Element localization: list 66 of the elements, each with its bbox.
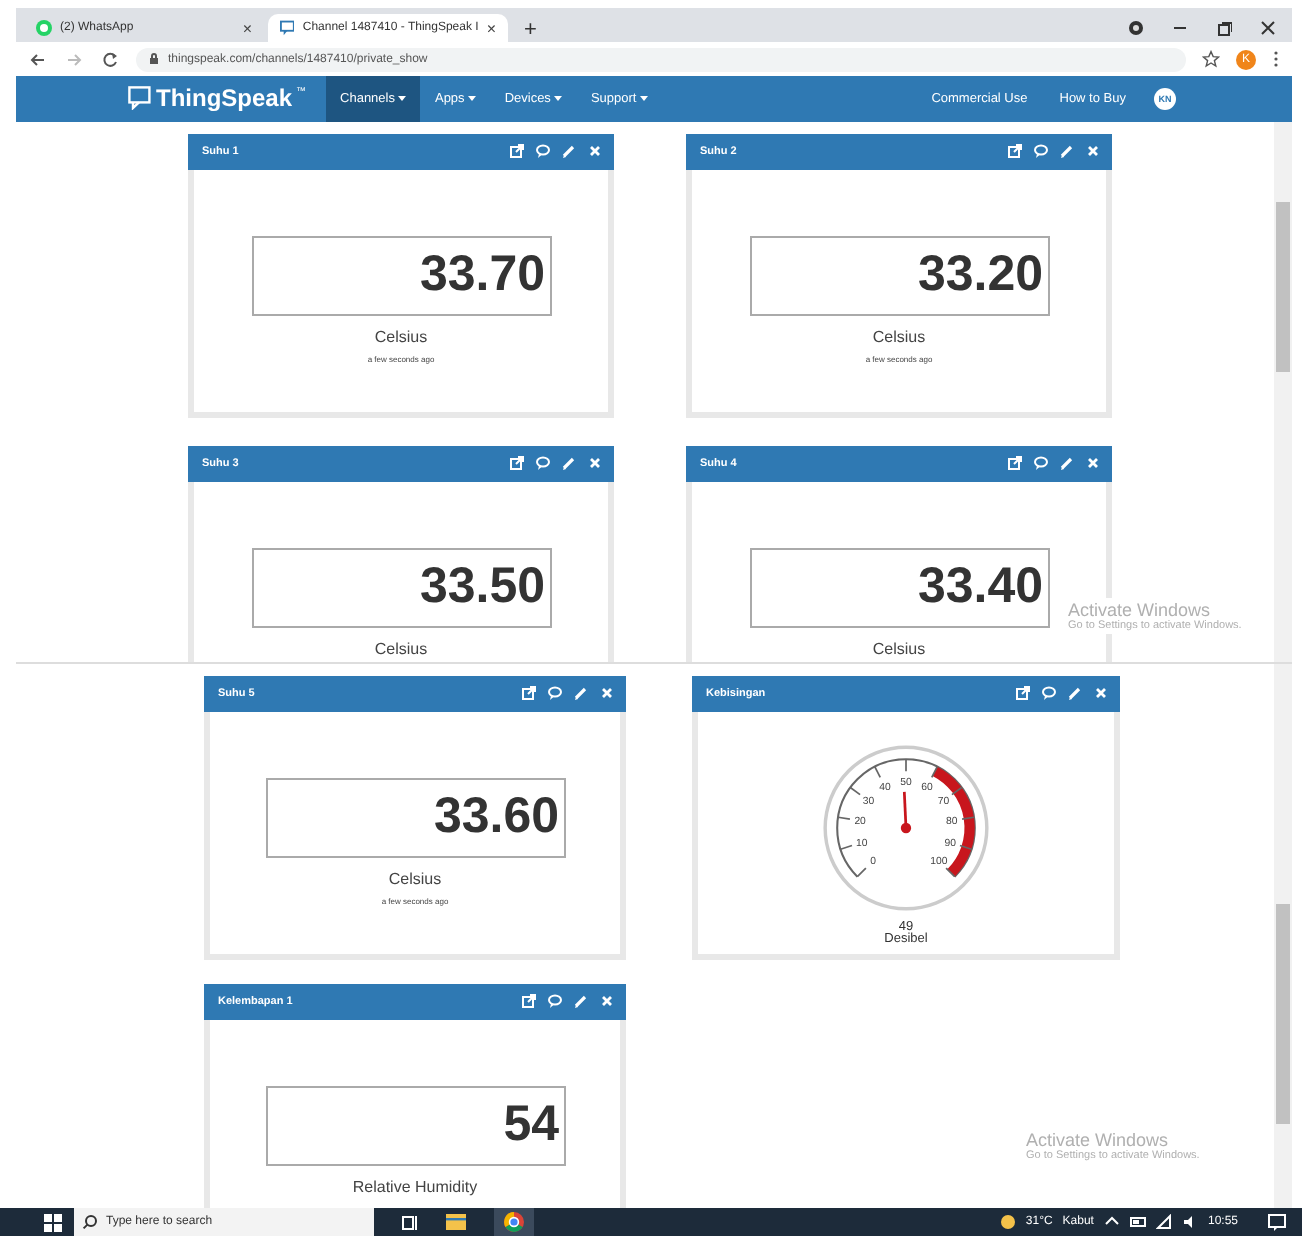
close-tab-button[interactable]: × [486, 19, 496, 37]
pencil-icon[interactable] [574, 994, 588, 1009]
star-icon[interactable] [1202, 50, 1220, 68]
unit-label: Celsius [872, 327, 926, 346]
pencil-icon[interactable] [574, 686, 588, 701]
external-link-icon[interactable] [510, 456, 524, 471]
external-link-icon[interactable] [1008, 456, 1022, 471]
comment-icon[interactable] [1034, 144, 1048, 159]
comment-icon[interactable] [536, 144, 550, 159]
search-icon [82, 1214, 98, 1230]
unit-label: Celsius [374, 639, 428, 658]
comment-icon[interactable] [1034, 456, 1048, 471]
external-link-icon[interactable] [1008, 144, 1022, 159]
close-tab-button[interactable]: × [242, 19, 252, 37]
reload-icon[interactable] [100, 49, 120, 69]
pencil-icon[interactable] [562, 144, 576, 159]
external-link-icon[interactable] [522, 686, 536, 701]
sun-icon [999, 1214, 1016, 1230]
speech-bubble-icon [128, 86, 152, 111]
folder-icon[interactable] [446, 1212, 466, 1232]
caret-icon [640, 95, 649, 102]
numeric-display: 33.60 [265, 777, 565, 858]
pencil-icon[interactable] [562, 456, 576, 471]
scrollbar[interactable] [1274, 121, 1292, 662]
speaker-icon[interactable] [1181, 1214, 1198, 1230]
close-icon[interactable] [1260, 20, 1276, 36]
logo-text: ThingSpeak [156, 84, 293, 113]
battery-icon[interactable] [1129, 1214, 1146, 1230]
unit-label: Celsius [388, 869, 442, 888]
numeric-display: 33.70 [251, 235, 551, 316]
comment-icon[interactable] [1042, 686, 1056, 701]
caret-icon [398, 95, 407, 102]
task-view-icon[interactable] [402, 1213, 418, 1231]
scrollbar[interactable] [1274, 663, 1292, 1208]
new-tab-button[interactable]: + [512, 18, 549, 42]
comment-icon[interactable] [536, 456, 550, 471]
unit-label: Celsius [872, 639, 926, 658]
pencil-icon[interactable] [1068, 686, 1082, 701]
pencil-icon[interactable] [1060, 144, 1074, 159]
external-link-icon[interactable] [522, 994, 536, 1009]
external-link-icon[interactable] [1016, 686, 1030, 701]
unit-label: Relative Humidity [352, 1177, 478, 1196]
start-icon[interactable] [44, 1213, 62, 1231]
external-link-icon[interactable] [510, 144, 524, 159]
browser-icon[interactable] [504, 1212, 524, 1232]
numeric-display: 33.50 [251, 547, 551, 628]
activation-title: Activate Windows [1026, 1129, 1171, 1150]
chat-icon [36, 20, 52, 36]
more-menu-icon[interactable] [1272, 50, 1280, 68]
numeric-display: 33.20 [749, 235, 1049, 316]
activation-title: Activate Windows [1068, 599, 1213, 620]
back-icon[interactable] [28, 49, 48, 69]
numeric-display: 33.40 [749, 547, 1049, 628]
numeric-display: 54 [265, 1085, 565, 1166]
comment-icon[interactable] [548, 994, 562, 1009]
notification-icon[interactable] [1268, 1213, 1286, 1231]
pencil-icon[interactable] [1060, 456, 1074, 471]
comment-icon[interactable] [548, 686, 562, 701]
chevron-up-icon[interactable] [1103, 1214, 1120, 1230]
caret-icon [468, 95, 477, 102]
caret-icon [554, 95, 563, 102]
network-icon[interactable] [1155, 1214, 1172, 1230]
restore-icon[interactable] [1216, 20, 1232, 36]
lock-icon [148, 52, 160, 66]
unit-label: Celsius [374, 327, 428, 346]
speech-bubble-icon [280, 20, 295, 36]
